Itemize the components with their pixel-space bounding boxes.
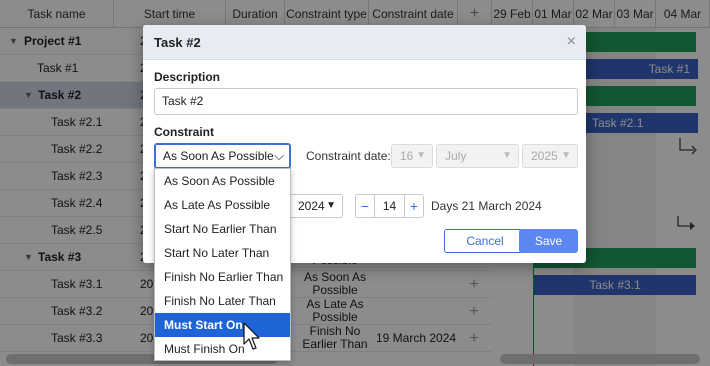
dialog-header: Task #2 × xyxy=(143,25,586,60)
constraint-type-select[interactable]: As Soon As Possible ⌵ xyxy=(154,143,291,169)
description-label: Description xyxy=(154,70,221,84)
chevron-down-icon: ▼ xyxy=(416,150,426,161)
cancel-button[interactable]: Cancel xyxy=(444,229,526,253)
days-text: Days 21 March 2024 xyxy=(431,199,542,213)
month-value: July xyxy=(445,149,467,163)
chevron-down-icon: ⌵ xyxy=(274,148,284,163)
dropdown-option[interactable]: Must Finish On xyxy=(155,337,290,361)
constraint-label: Constraint xyxy=(154,125,214,139)
dialog-title: Task #2 xyxy=(154,35,201,50)
constraint-month-select[interactable]: July ▼ xyxy=(436,144,519,168)
constraint-year-select[interactable]: 2025 ▼ xyxy=(522,144,578,168)
save-button[interactable]: Save xyxy=(519,229,578,253)
constraint-type-value: As Soon As Possible xyxy=(163,149,274,163)
constraint-day-select[interactable]: 16 ▼ xyxy=(391,144,433,168)
dropdown-option-highlighted[interactable]: Must Start On xyxy=(155,313,290,337)
dropdown-option[interactable]: Start No Earlier Than xyxy=(155,217,290,241)
close-icon[interactable]: × xyxy=(567,33,576,51)
day-value: 16 xyxy=(400,149,414,163)
chevron-down-icon: ▼ xyxy=(326,200,336,211)
dropdown-option[interactable]: As Late As Possible xyxy=(155,193,290,217)
decrement-button[interactable]: − xyxy=(355,194,375,218)
chevron-down-icon: ▼ xyxy=(502,150,512,161)
duration-input[interactable]: 14 xyxy=(374,194,405,218)
constraint-date-label: Constraint date: xyxy=(306,149,391,163)
dropdown-option[interactable]: Finish No Earlier Than xyxy=(155,265,290,289)
description-input[interactable]: Task #2 xyxy=(154,88,578,115)
constraint-type-dropdown: As Soon As Possible As Late As Possible … xyxy=(154,168,291,361)
increment-button[interactable]: + xyxy=(404,194,424,218)
year-value: 2024 xyxy=(298,199,325,213)
dropdown-option[interactable]: Start No Later Than xyxy=(155,241,290,265)
chevron-down-icon: ▼ xyxy=(561,150,571,161)
duration-year-select[interactable]: 2024 ▼ xyxy=(290,194,343,218)
year-value: 2025 xyxy=(531,149,558,163)
mouse-pointer-icon xyxy=(243,322,260,350)
dropdown-option[interactable]: As Soon As Possible xyxy=(155,169,290,193)
dropdown-option[interactable]: Finish No Later Than xyxy=(155,289,290,313)
